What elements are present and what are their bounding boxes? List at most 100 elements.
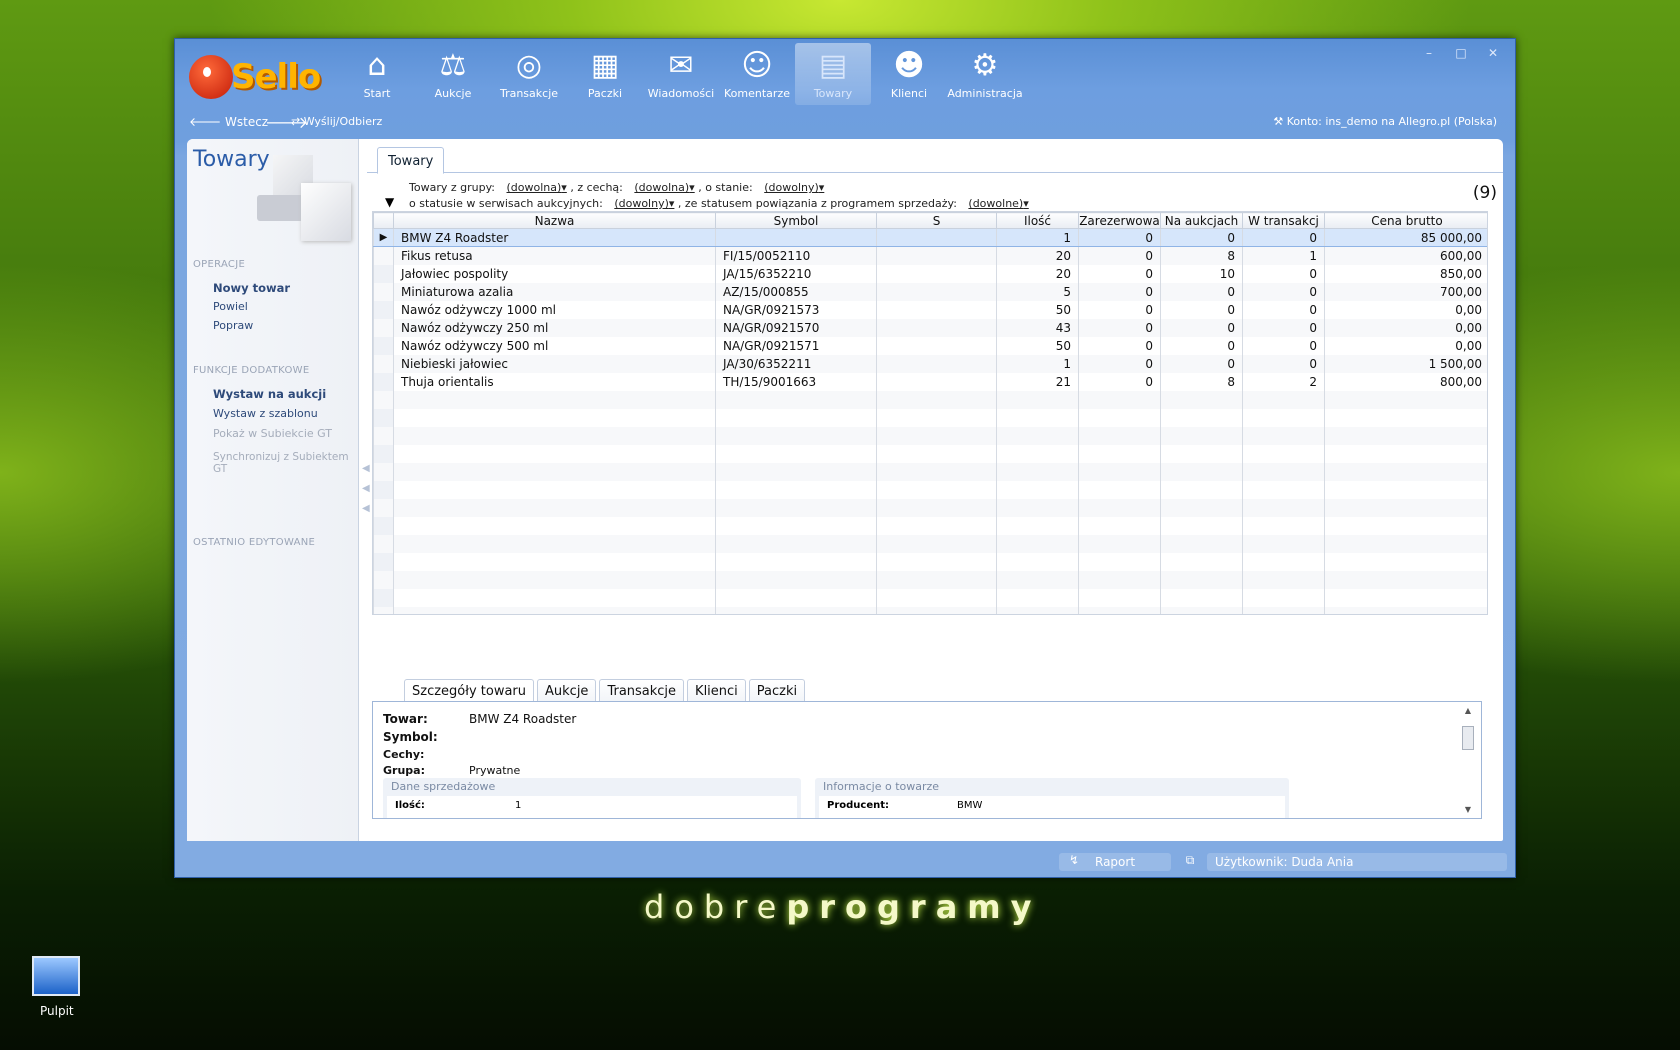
window-controls: – □ ✕ <box>1415 45 1507 63</box>
goods-icon: ▤ <box>818 48 848 83</box>
tab-paczki[interactable]: Paczki <box>748 679 806 703</box>
table-cell: Niebieski jałowiec <box>393 354 716 373</box>
nav-wiadomosci[interactable]: ✉ Wiadomości <box>643 43 719 105</box>
col-ilosc[interactable]: Ilość <box>996 212 1079 229</box>
table-row[interactable]: Niebieski jałowiec JA/30/6352211 1 0 0 0 1 500… <box>373 354 1487 373</box>
table-header-row: Nazwa Symbol S Ilość Zarezerwowa Na aukc… <box>373 212 1487 229</box>
close-button[interactable]: ✕ <box>1479 45 1507 63</box>
desktop-icon[interactable] <box>32 956 80 996</box>
link-powiel[interactable]: Powiel <box>213 300 248 313</box>
col-na-aukcjach[interactable]: Na aukcjach <box>1160 212 1243 229</box>
table-cell <box>996 498 1079 517</box>
table-cell <box>1242 516 1325 535</box>
send-receive-button[interactable]: ⇄ Wyślij/Odbierz <box>291 115 382 128</box>
table-row[interactable]: Miniaturowa azalia AZ/15/000855 5 0 0 0 700,00 <box>373 282 1487 301</box>
filter-state-dropdown[interactable]: (dowolny)▾ <box>764 181 824 194</box>
table-cell: 1 <box>996 228 1079 247</box>
row-indicator <box>373 318 394 337</box>
col-symbol[interactable]: Symbol <box>715 212 877 229</box>
scroll-down-icon[interactable]: ▼ <box>1461 805 1475 814</box>
filter-group-dropdown[interactable]: (dowolna)▾ <box>507 181 567 194</box>
col-zarezerwowane[interactable]: Zarezerwowa <box>1078 212 1161 229</box>
col-s[interactable]: S <box>876 212 997 229</box>
link-wystaw-na-aukcji[interactable]: Wystaw na aukcji <box>213 387 326 401</box>
back-button[interactable]: 🡐 Wstecz <box>189 114 268 129</box>
table-cell <box>715 390 877 409</box>
table-row[interactable]: Jałowiec pospolity JA/15/6352210 20 0 10 0 850… <box>373 264 1487 283</box>
table-cell <box>876 552 997 571</box>
table-row[interactable]: Nawóz odżywczy 250 ml NA/GR/0921570 43 0 0 0 0… <box>373 318 1487 337</box>
table-cell <box>1160 588 1243 607</box>
nav-administracja[interactable]: ⚙ Administracja <box>947 43 1023 105</box>
nav-transakcje[interactable]: ◎ Transakcje <box>491 43 567 105</box>
account-info[interactable]: ⚒ Konto: ins_demo na Allegro.pl (Polska) <box>1273 115 1497 128</box>
status-bar: ↯ Raport ⧉ Użytkownik: Duda Ania <box>175 847 1515 877</box>
table-row[interactable]: Nawóz odżywczy 500 ml NA/GR/0921571 50 0 0 0 0… <box>373 336 1487 355</box>
tab-aukcje[interactable]: Aukcje <box>537 679 597 703</box>
table-cell: 0 <box>1242 264 1325 283</box>
nav-label: Start <box>363 87 391 100</box>
tab-szczegoly-towaru[interactable]: Szczegóły towaru <box>404 679 535 703</box>
nav-paczki[interactable]: ▦ Paczki <box>567 43 643 105</box>
table-cell <box>1160 552 1243 571</box>
table-cell <box>1242 390 1325 409</box>
maximize-button[interactable]: □ <box>1447 45 1475 63</box>
table-cell <box>1324 462 1487 481</box>
send-receive-label: Wyślij/Odbierz <box>303 115 383 128</box>
link-pokaz-w-subiekcie[interactable]: Pokaż w Subiekcie GT <box>213 427 332 440</box>
table-row[interactable]: Nawóz odżywczy 1000 ml NA/GR/0921573 50 0 0 0… <box>373 300 1487 319</box>
nav-komentarze[interactable]: ☺ Komentarze <box>719 43 795 105</box>
tab-transakcje[interactable]: Transakcje <box>599 679 685 703</box>
link-wystaw-z-szablonu[interactable]: Wystaw z szablonu <box>213 407 318 420</box>
section-funkcje-dodatkowe: FUNKCJE DODATKOWE <box>193 365 310 376</box>
nav-aukcje[interactable]: ⚖ Aukcje <box>415 43 491 105</box>
filter-auction-dropdown[interactable]: (dowolny)▾ <box>614 197 674 210</box>
scroll-thumb[interactable] <box>1462 726 1474 750</box>
collapse-filter-icon[interactable]: ▼ <box>385 195 394 209</box>
link-nowy-towar[interactable]: Nowy towar <box>213 281 290 295</box>
minimize-button[interactable]: – <box>1415 45 1443 63</box>
table-cell: 0 <box>1078 318 1161 337</box>
table-cell: 600,00 <box>1324 246 1487 265</box>
table-cell: 0 <box>1078 264 1161 283</box>
nav-start[interactable]: ⌂ Start <box>339 43 415 105</box>
filter-link-dropdown[interactable]: (dowolne)▾ <box>968 197 1028 210</box>
col-nazwa[interactable]: Nazwa <box>393 212 716 229</box>
link-popraw[interactable]: Popraw <box>213 319 253 332</box>
tab-klienci[interactable]: Klienci <box>687 679 746 703</box>
details-scrollbar[interactable]: ▲ ▼ <box>1461 706 1475 814</box>
table-cell <box>996 426 1079 445</box>
table-cell <box>1078 588 1161 607</box>
desktop-icon-label[interactable]: Pulpit <box>40 1004 74 1018</box>
report-button[interactable]: Raport <box>1059 853 1171 871</box>
product-info-group: Informacje o towarze Producent: BMW <box>815 778 1289 818</box>
table-cell <box>715 606 877 614</box>
table-cell <box>1324 534 1487 553</box>
table-cell <box>1078 426 1161 445</box>
nav-label: Wiadomości <box>647 87 715 100</box>
table-row[interactable]: Thuja orientalis TH/15/9001663 21 0 8 2 800,00 <box>373 372 1487 391</box>
col-w-transakcji[interactable]: W transakcj <box>1242 212 1325 229</box>
table-cell <box>1160 480 1243 499</box>
nav-klienci[interactable]: ☻ Klienci <box>871 43 947 105</box>
row-indicator <box>373 498 394 517</box>
table-cell <box>393 480 716 499</box>
nav-towary[interactable]: ▤ Towary <box>795 43 871 105</box>
filter-feature-dropdown[interactable]: (dowolna)▾ <box>634 181 694 194</box>
nav-label: Klienci <box>890 87 928 100</box>
table-cell <box>715 444 877 463</box>
sales-qty-value: 1 <box>515 800 522 811</box>
table-row[interactable]: Fikus retusa FI/15/0052110 20 0 8 1 600,00 <box>373 246 1487 265</box>
link-synchronizuj[interactable]: Synchronizuj z Subiektem GT <box>213 451 349 475</box>
table-cell <box>996 552 1079 571</box>
empty-row <box>373 462 1487 481</box>
col-cena-brutto[interactable]: Cena brutto <box>1324 212 1487 229</box>
tab-towary[interactable]: Towary <box>377 147 445 174</box>
table-cell: 0 <box>1242 318 1325 337</box>
table-row[interactable]: ▶ BMW Z4 Roadster 1 0 0 0 85 000,00 <box>373 228 1487 247</box>
row-indicator <box>373 570 394 589</box>
filter-state-label: , o stanie: <box>698 181 753 194</box>
table-cell: 2 <box>1242 372 1325 391</box>
clients-icon: ☻ <box>893 48 925 83</box>
user-info[interactable]: Użytkownik: Duda Ania <box>1207 853 1507 871</box>
